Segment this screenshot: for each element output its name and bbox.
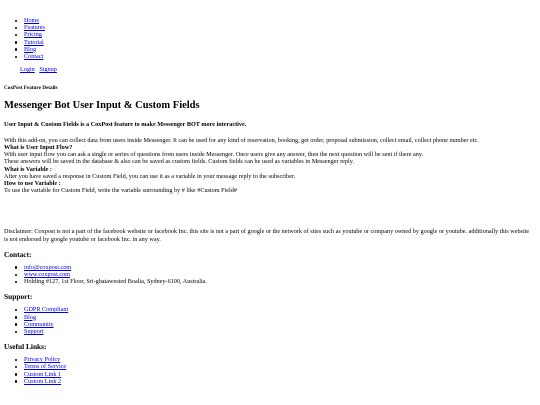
nav-link-pricing[interactable]: Pricing bbox=[24, 31, 42, 38]
useful-links-list: Privacy Policy Terms of Service Custom L… bbox=[4, 356, 534, 385]
useful-links-heading: Useful Links: bbox=[4, 342, 47, 352]
nav-link-contact[interactable]: Contact bbox=[24, 53, 43, 60]
page-title: Messenger Bot User Input & Custom Fields bbox=[4, 99, 200, 111]
nav-link-blog[interactable]: Blog bbox=[24, 46, 36, 53]
nav-link-tutorial[interactable]: Tutorial bbox=[24, 39, 44, 46]
answer-variable: After you have saved a response in Custo… bbox=[4, 172, 296, 180]
contact-email-item: info@coxpost.com bbox=[15, 264, 534, 271]
terms-of-service-link[interactable]: Terms of Service bbox=[24, 363, 66, 370]
support-blog-link[interactable]: Blog bbox=[24, 314, 36, 321]
custom-link-2[interactable]: Custom Link 2 bbox=[24, 378, 61, 385]
feature-content: With this add-on, you can collect data f… bbox=[4, 137, 534, 195]
useful-link-item: Terms of Service bbox=[15, 363, 534, 370]
nav-link-features[interactable]: Features bbox=[24, 24, 45, 31]
contact-website-link[interactable]: www.coxpost.com bbox=[24, 271, 70, 278]
privacy-policy-link[interactable]: Privacy Policy bbox=[24, 356, 60, 363]
contact-address-item: Holding #127, 1st Floor, Sri-ghatawested… bbox=[15, 278, 534, 285]
signup-link[interactable]: Signup bbox=[39, 66, 57, 73]
main-nav: Home Features Pricing Tutorial Blog Cont… bbox=[4, 17, 534, 60]
support-item: GDPR Compliant bbox=[15, 306, 534, 313]
nav-item-tutorial: Tutorial bbox=[15, 39, 534, 46]
intro-text: With this add-on, you can collect data f… bbox=[4, 136, 479, 144]
nav-item-contact: Contact bbox=[15, 53, 534, 60]
useful-link-item: Custom Link 2 bbox=[15, 378, 534, 385]
support-list: GDPR Compliant Blog Community Support bbox=[4, 306, 534, 335]
question-how-to-use: How to use Variable : bbox=[4, 180, 61, 188]
nav-link-home[interactable]: Home bbox=[24, 17, 39, 24]
support-link[interactable]: Support bbox=[24, 328, 44, 335]
feature-lead: User Input & Custom Fields is a CoxPost … bbox=[4, 120, 247, 128]
nav-item-home: Home bbox=[15, 17, 534, 24]
gdpr-link[interactable]: GDPR Compliant bbox=[24, 306, 68, 313]
nav-item-features: Features bbox=[15, 24, 534, 31]
contact-email-link[interactable]: info@coxpost.com bbox=[24, 264, 71, 271]
nav-item-blog: Blog bbox=[15, 46, 534, 53]
disclaimer: Disclaimer: Coxpost is not a part of the… bbox=[4, 228, 530, 243]
support-heading: Support: bbox=[4, 292, 33, 302]
contact-website-item: www.coxpost.com bbox=[15, 271, 534, 278]
support-item: Blog bbox=[15, 314, 534, 321]
support-item: Support bbox=[15, 328, 534, 335]
nav-item-pricing: Pricing bbox=[15, 31, 534, 38]
auth-links: Login Signup bbox=[20, 66, 534, 73]
breadcrumb: CoxPost Feature Details bbox=[4, 85, 58, 92]
community-link[interactable]: Community bbox=[24, 321, 54, 328]
page: Home Features Pricing Tutorial Blog Cont… bbox=[4, 0, 534, 385]
answer-user-input-flow-2: These answers will be saved in the datab… bbox=[4, 158, 354, 166]
answer-user-input-flow-1: With user input flow you can ask a singl… bbox=[4, 151, 424, 159]
question-user-input-flow: What is User Input Flow? bbox=[4, 144, 73, 152]
login-link[interactable]: Login bbox=[20, 66, 35, 73]
useful-link-item: Privacy Policy bbox=[15, 356, 534, 363]
useful-link-item: Custom Link 1 bbox=[15, 371, 534, 378]
contact-list: info@coxpost.com www.coxpost.com Holding… bbox=[4, 264, 534, 286]
custom-link-1[interactable]: Custom Link 1 bbox=[24, 371, 61, 378]
contact-heading: Contact: bbox=[4, 249, 32, 259]
answer-how-to-use: To use the variable for Custom Field, wr… bbox=[4, 187, 237, 195]
support-item: Community bbox=[15, 321, 534, 328]
question-variable: What is Variable : bbox=[4, 165, 52, 173]
